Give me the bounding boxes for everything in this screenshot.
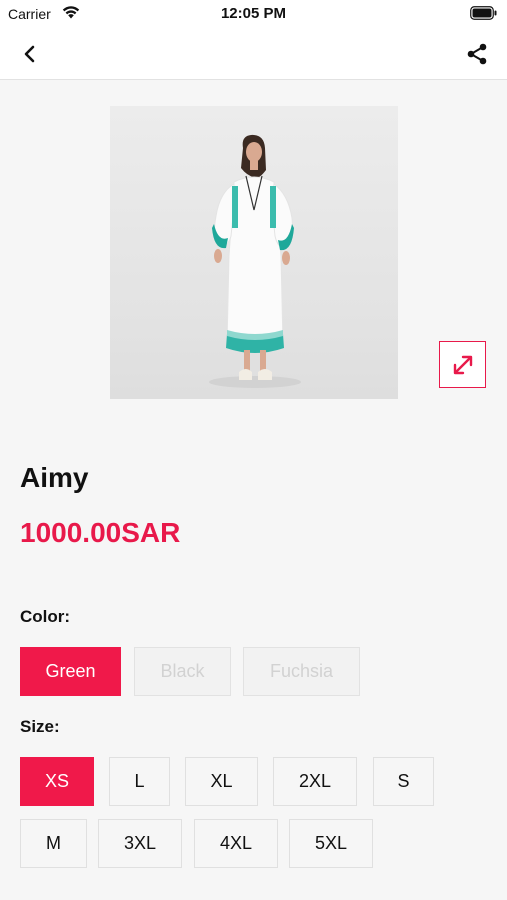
size-option-4xl[interactable]: 4XL <box>194 819 278 868</box>
size-option-5xl[interactable]: 5XL <box>289 819 373 868</box>
back-button[interactable] <box>14 38 46 70</box>
chevron-left-icon <box>24 45 35 63</box>
size-option-s[interactable]: S <box>373 757 434 806</box>
size-option-2xl[interactable]: 2XL <box>273 757 357 806</box>
color-label: Color: <box>20 607 71 626</box>
size-label: Size: <box>20 717 60 736</box>
share-button[interactable] <box>461 38 493 70</box>
color-option-black[interactable]: Black <box>134 647 231 696</box>
product-photo <box>209 134 301 388</box>
color-option-fuchsia[interactable]: Fuchsia <box>243 647 360 696</box>
navigation-bar <box>0 28 507 80</box>
size-option-3xl[interactable]: 3XL <box>98 819 182 868</box>
size-option-l[interactable]: L <box>109 757 170 806</box>
expand-icon <box>453 355 472 374</box>
size-option-xl[interactable]: XL <box>185 757 258 806</box>
color-option-green[interactable]: Green <box>20 647 121 696</box>
battery-icon <box>470 6 497 20</box>
size-option-xs[interactable]: XS <box>20 757 94 806</box>
size-option-m[interactable]: M <box>20 819 87 868</box>
product-image[interactable] <box>110 106 398 399</box>
share-icon <box>467 43 487 65</box>
expand-image-button[interactable] <box>439 341 486 388</box>
product-name: Aimy <box>20 462 89 493</box>
clock: 12:05 PM <box>220 5 287 22</box>
status-bar: Carrier 12:05 PM <box>0 0 507 28</box>
product-price: 1000.00SAR <box>20 517 181 548</box>
